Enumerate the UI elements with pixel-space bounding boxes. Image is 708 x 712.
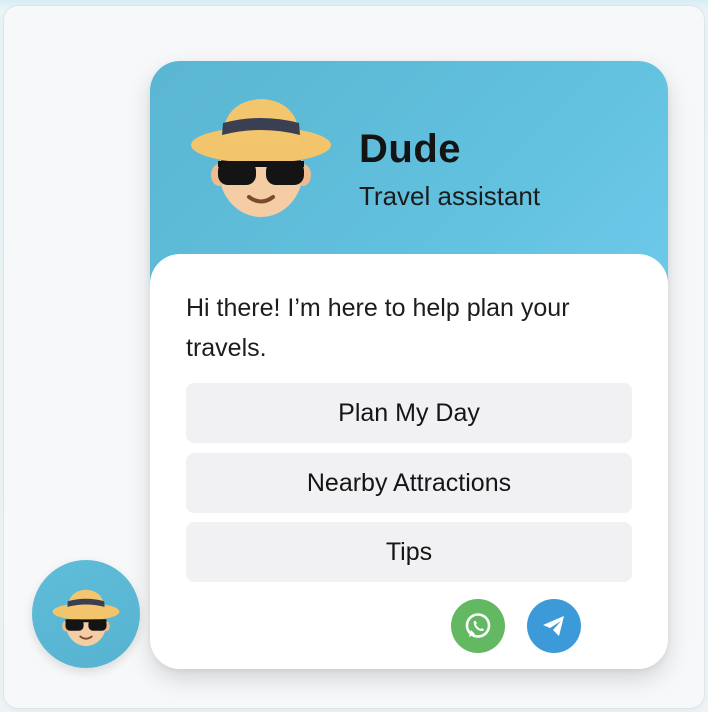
tips-button[interactable]: Tips — [186, 522, 632, 582]
chat-launcher-button[interactable] — [32, 560, 140, 668]
plan-my-day-button[interactable]: Plan My Day — [186, 383, 632, 443]
telegram-icon — [543, 616, 564, 636]
telegram-button[interactable] — [527, 599, 581, 653]
whatsapp-button[interactable] — [451, 599, 505, 653]
assistant-name: Dude — [359, 127, 461, 171]
chat-body: Hi there! I’m here to help plan your tra… — [150, 254, 668, 669]
whatsapp-icon — [465, 613, 491, 638]
launcher-avatar-icon — [52, 589, 120, 647]
assistant-avatar — [191, 99, 331, 217]
greeting-message: Hi there! I’m here to help plan your tra… — [186, 294, 570, 362]
chat-widget: Dude Travel assistant Hi there! I’m here… — [150, 61, 668, 669]
nearby-attractions-button[interactable]: Nearby Attractions — [186, 453, 632, 513]
assistant-subtitle: Travel assistant — [359, 181, 541, 211]
